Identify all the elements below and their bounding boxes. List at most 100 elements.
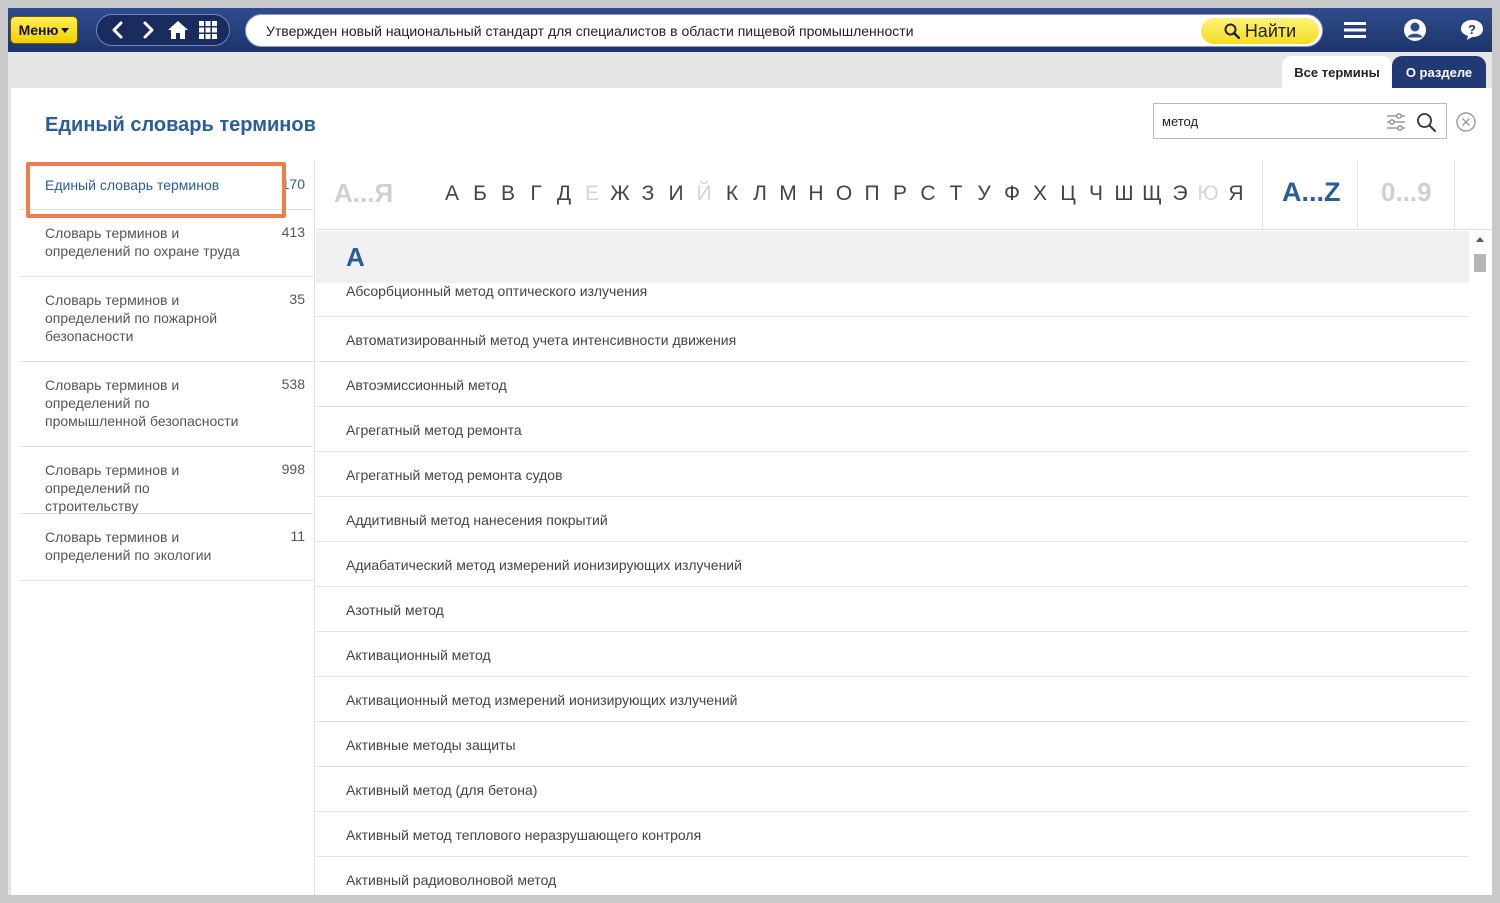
tab-about-section[interactable]: О разделе <box>1392 56 1486 88</box>
letter-button[interactable]: Л <box>746 182 774 206</box>
global-search-text[interactable]: Утвержден новый национальный стандарт дл… <box>266 23 914 39</box>
help-button[interactable]: ? <box>1457 16 1487 44</box>
term-label: Активный метод (для бетона) <box>346 782 538 798</box>
term-row[interactable]: Азотный метод <box>316 587 1469 632</box>
term-label: Автоматизированный метод учета интенсивн… <box>346 332 737 348</box>
term-row[interactable]: Агрегатный метод ремонта судов <box>316 452 1469 497</box>
sidebar-item-ecology[interactable]: Словарь терминов и определений по эколог… <box>19 514 315 581</box>
sidebar-item-label: Единый словарь терминов <box>45 177 220 193</box>
sidebar-item-label: Словарь терминов и определений по строит… <box>45 462 180 514</box>
sidebar-item-fire-safety[interactable]: Словарь терминов и определений по пожарн… <box>19 277 315 362</box>
letter-button[interactable]: Ж <box>606 182 634 206</box>
nav-controls <box>96 14 230 46</box>
sidebar-item-label: Словарь терминов и определений по промыш… <box>45 377 239 429</box>
letter-section-label: А <box>346 242 365 272</box>
letter-button[interactable]: Н <box>802 182 830 206</box>
tab-about-section-label: О разделе <box>1405 64 1473 80</box>
term-search-input[interactable] <box>1154 104 1374 138</box>
scrollbar-thumb[interactable] <box>1474 254 1486 272</box>
letter-button[interactable]: Д <box>550 182 578 206</box>
grid-icon <box>199 21 217 39</box>
user-icon <box>1404 19 1426 41</box>
hamburger-button[interactable] <box>1340 16 1370 44</box>
sidebar-item-construction[interactable]: Словарь терминов и определений по строит… <box>19 447 315 514</box>
sidebar-item-label: Словарь терминов и определений по эколог… <box>45 529 212 563</box>
forward-button[interactable] <box>136 18 160 42</box>
term-row[interactable]: Абсорбционный метод оптического излучени… <box>316 275 1469 317</box>
letter-button[interactable]: В <box>494 182 522 206</box>
term-row[interactable]: Автоматизированный метод учета интенсивн… <box>316 317 1469 362</box>
term-label: Адиабатический метод измерений ионизирую… <box>346 557 742 573</box>
sidebar-item-count: 11 <box>290 528 305 544</box>
term-row[interactable]: Активный метод теплового неразрушающего … <box>316 812 1469 857</box>
letter-button[interactable]: Б <box>466 182 494 206</box>
letter-button[interactable]: З <box>634 182 662 206</box>
help-icon: ? <box>1461 20 1483 40</box>
page-title: Единый словарь терминов <box>45 114 316 136</box>
letter-button[interactable]: Ц <box>1054 182 1082 206</box>
letter-button[interactable]: О <box>830 182 858 206</box>
divider <box>1262 160 1263 230</box>
letter-button[interactable]: Т <box>942 182 970 206</box>
letter-button[interactable]: Г <box>522 182 550 206</box>
term-row[interactable]: Аддитивный метод нанесения покрытий <box>316 497 1469 542</box>
clear-search-icon[interactable] <box>1455 111 1477 133</box>
home-button[interactable] <box>166 18 190 42</box>
global-search-bar[interactable]: Утвержден новый национальный стандарт дл… <box>245 14 1323 47</box>
term-label: Активные методы защиты <box>346 737 516 753</box>
caret-down-icon <box>61 27 70 33</box>
profile-button[interactable] <box>1400 16 1430 44</box>
letter-button[interactable]: Ф <box>998 182 1026 206</box>
tab-all-terms[interactable]: Все термины <box>1282 56 1392 88</box>
letter-button[interactable]: К <box>718 182 746 206</box>
chevron-right-icon <box>143 21 154 39</box>
svg-text:?: ? <box>1468 22 1476 37</box>
term-row[interactable]: Автоэмиссионный метод <box>316 362 1469 407</box>
find-button[interactable]: Найти <box>1201 18 1319 44</box>
term-row[interactable]: Агрегатный метод ремонта <box>316 407 1469 452</box>
tab-all-terms-label: Все термины <box>1294 64 1380 80</box>
search-icon[interactable] <box>1415 111 1437 133</box>
sidebar-item-labor-safety[interactable]: Словарь терминов и определений по охране… <box>19 210 315 277</box>
term-row[interactable]: Адиабатический метод измерений ионизирую… <box>316 542 1469 587</box>
search-icon <box>1224 23 1240 39</box>
letter-button[interactable]: Э <box>1166 182 1194 206</box>
terms-scrollbar[interactable] <box>1469 231 1492 895</box>
scroll-up-arrow-icon[interactable] <box>1476 237 1484 242</box>
home-icon <box>168 21 188 39</box>
term-row[interactable]: Активационный метод измерений ионизирующ… <box>316 677 1469 722</box>
filter-settings-icon[interactable] <box>1385 111 1407 133</box>
letter-button[interactable]: Ч <box>1082 182 1110 206</box>
latin-range[interactable]: A...Z <box>1282 177 1341 208</box>
letter-button[interactable]: Я <box>1222 182 1250 206</box>
term-row[interactable]: Активный метод (для бетона) <box>316 767 1469 812</box>
apps-button[interactable] <box>196 18 220 42</box>
term-label: Азотный метод <box>346 602 444 618</box>
term-row[interactable]: Активный радиоволновой метод <box>316 857 1469 895</box>
sidebar-item-unified[interactable]: Единый словарь терминов 170 <box>19 160 315 210</box>
letter-button[interactable]: А <box>438 182 466 206</box>
menu-button[interactable]: Меню <box>10 16 78 44</box>
letter-button[interactable]: М <box>774 182 802 206</box>
hamburger-icon <box>1344 22 1366 38</box>
letter-button[interactable]: С <box>914 182 942 206</box>
letter-button[interactable]: И <box>662 182 690 206</box>
term-row[interactable]: Активные методы защиты <box>316 722 1469 767</box>
app-window: Меню Утвержден новый национальный станда… <box>8 8 1492 895</box>
letter-button[interactable]: Р <box>886 182 914 206</box>
chevron-left-icon <box>112 21 123 39</box>
letter-button[interactable]: Ш <box>1110 182 1138 206</box>
back-button[interactable] <box>106 18 130 42</box>
letter-button[interactable]: Х <box>1026 182 1054 206</box>
term-label: Активационный метод <box>346 647 491 663</box>
numeric-range[interactable]: 0...9 <box>1381 177 1432 208</box>
sidebar-item-count: 413 <box>281 224 305 240</box>
term-label: Автоэмиссионный метод <box>346 377 507 393</box>
term-row[interactable]: Активационный метод <box>316 632 1469 677</box>
letter-button[interactable]: У <box>970 182 998 206</box>
cyrillic-range[interactable]: А...Я <box>334 178 393 209</box>
sidebar-item-industrial-safety[interactable]: Словарь терминов и определений по промыш… <box>19 362 315 447</box>
letter-button[interactable]: Щ <box>1138 182 1166 206</box>
letter-button[interactable]: П <box>858 182 886 206</box>
content-panel: Единый словарь терминов Единый словарь т… <box>11 88 1492 895</box>
